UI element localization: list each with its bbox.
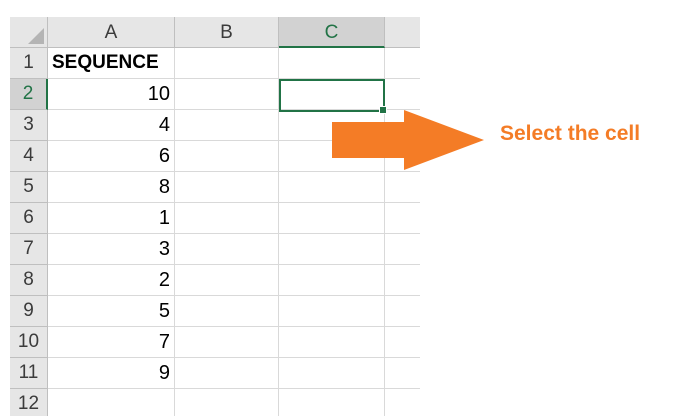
row-header-8[interactable]: 8 <box>10 265 48 296</box>
cell-b2[interactable] <box>175 79 279 110</box>
cell-a11[interactable]: 9 <box>48 358 175 389</box>
cell-c5[interactable] <box>279 172 385 203</box>
cell-b8[interactable] <box>175 265 279 296</box>
cell-a3[interactable]: 4 <box>48 110 175 141</box>
cell-c12[interactable] <box>279 389 385 416</box>
row-header-5[interactable]: 5 <box>10 172 48 203</box>
cell-b1[interactable] <box>175 48 279 79</box>
cell-a12[interactable] <box>48 389 175 416</box>
row-header-12[interactable]: 12 <box>10 389 48 416</box>
cell-a5[interactable]: 8 <box>48 172 175 203</box>
column-header-next[interactable] <box>385 17 420 48</box>
cell-a8[interactable]: 2 <box>48 265 175 296</box>
cell-next-5[interactable] <box>385 172 420 203</box>
column-header-a[interactable]: A <box>48 17 175 48</box>
cell-c10[interactable] <box>279 327 385 358</box>
cell-b6[interactable] <box>175 203 279 234</box>
row-header-3[interactable]: 3 <box>10 110 48 141</box>
cell-a10[interactable]: 7 <box>48 327 175 358</box>
cell-a6[interactable]: 1 <box>48 203 175 234</box>
cell-b11[interactable] <box>175 358 279 389</box>
column-header-c[interactable]: C <box>279 17 385 48</box>
row-header-4[interactable]: 4 <box>10 141 48 172</box>
select-all-icon <box>28 28 44 44</box>
row-header-2[interactable]: 2 <box>10 79 48 110</box>
select-all-corner[interactable] <box>10 17 48 48</box>
cell-next-12[interactable] <box>385 389 420 416</box>
row-header-10[interactable]: 10 <box>10 327 48 358</box>
cell-b4[interactable] <box>175 141 279 172</box>
cell-b9[interactable] <box>175 296 279 327</box>
column-header-b[interactable]: B <box>175 17 279 48</box>
cell-a4[interactable]: 6 <box>48 141 175 172</box>
cell-next-6[interactable] <box>385 203 420 234</box>
cell-c6[interactable] <box>279 203 385 234</box>
cell-c7[interactable] <box>279 234 385 265</box>
cell-next-10[interactable] <box>385 327 420 358</box>
cell-a7[interactable]: 3 <box>48 234 175 265</box>
cell-a1[interactable]: SEQUENCE <box>48 48 175 79</box>
row-header-11[interactable]: 11 <box>10 358 48 389</box>
cell-c9[interactable] <box>279 296 385 327</box>
cell-b3[interactable] <box>175 110 279 141</box>
cell-b10[interactable] <box>175 327 279 358</box>
spreadsheet-grid: A B C 1 SEQUENCE 2 10 3 4 4 6 5 8 6 1 7 3 8 2 9 5 10 7 11 9 12 <box>10 17 420 416</box>
cell-b5[interactable] <box>175 172 279 203</box>
row-header-1[interactable]: 1 <box>10 48 48 79</box>
cell-b12[interactable] <box>175 389 279 416</box>
cell-a9[interactable]: 5 <box>48 296 175 327</box>
cell-c11[interactable] <box>279 358 385 389</box>
row-header-7[interactable]: 7 <box>10 234 48 265</box>
cell-next-1[interactable] <box>385 48 420 79</box>
cell-next-8[interactable] <box>385 265 420 296</box>
cell-next-11[interactable] <box>385 358 420 389</box>
row-header-6[interactable]: 6 <box>10 203 48 234</box>
cell-next-9[interactable] <box>385 296 420 327</box>
cell-b7[interactable] <box>175 234 279 265</box>
cell-a2[interactable]: 10 <box>48 79 175 110</box>
cell-c8[interactable] <box>279 265 385 296</box>
cell-next-2[interactable] <box>385 79 420 110</box>
stage: A B C 1 SEQUENCE 2 10 3 4 4 6 5 8 6 1 7 3 8 2 9 5 10 7 11 9 12 Se… <box>0 0 698 416</box>
cell-next-7[interactable] <box>385 234 420 265</box>
cell-c2[interactable] <box>279 79 385 110</box>
arrow-right-icon <box>332 110 484 170</box>
cell-c1[interactable] <box>279 48 385 79</box>
callout-text: Select the cell <box>500 122 641 145</box>
row-header-9[interactable]: 9 <box>10 296 48 327</box>
